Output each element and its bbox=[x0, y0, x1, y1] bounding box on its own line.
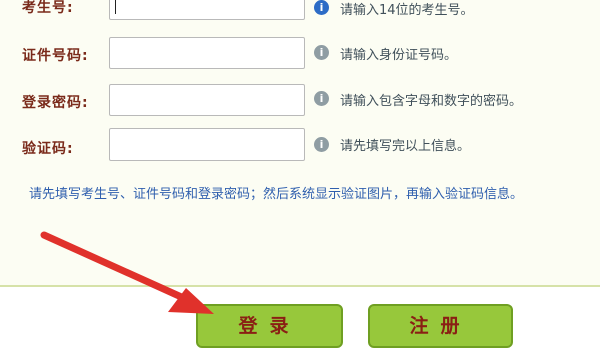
password-input[interactable] bbox=[109, 84, 305, 116]
instruction-note: 请先填写考生号、证件号码和登录密码；然后系统显示验证图片，再输入验证码信息。 bbox=[29, 187, 524, 202]
captcha-input[interactable] bbox=[109, 128, 305, 161]
id-number-label: 证件号码: bbox=[22, 48, 89, 64]
captcha-hint: 请先填写完以上信息。 bbox=[340, 139, 471, 154]
password-hint: 请输入包含字母和数字的密码。 bbox=[340, 94, 523, 109]
candidate-number-input[interactable] bbox=[109, 0, 305, 20]
info-icon: i bbox=[314, 137, 329, 152]
info-icon: i bbox=[314, 45, 329, 60]
id-number-input[interactable] bbox=[109, 37, 305, 69]
password-label: 登录密码: bbox=[22, 95, 89, 111]
login-button[interactable]: 登录 bbox=[196, 304, 343, 348]
info-icon: i bbox=[314, 91, 329, 106]
captcha-label: 验证码: bbox=[22, 141, 74, 157]
id-number-hint: 请输入身份证号码。 bbox=[340, 48, 458, 63]
candidate-number-hint: 请输入14位的考生号。 bbox=[340, 3, 474, 18]
text-caret bbox=[115, 0, 116, 14]
info-icon: i bbox=[314, 0, 329, 15]
candidate-number-label: 考生号: bbox=[22, 0, 74, 16]
login-form-panel: 考生号: i 请输入14位的考生号。 证件号码: i 请输入身份证号码。 登录密… bbox=[0, 0, 600, 287]
register-button[interactable]: 注册 bbox=[368, 304, 513, 348]
